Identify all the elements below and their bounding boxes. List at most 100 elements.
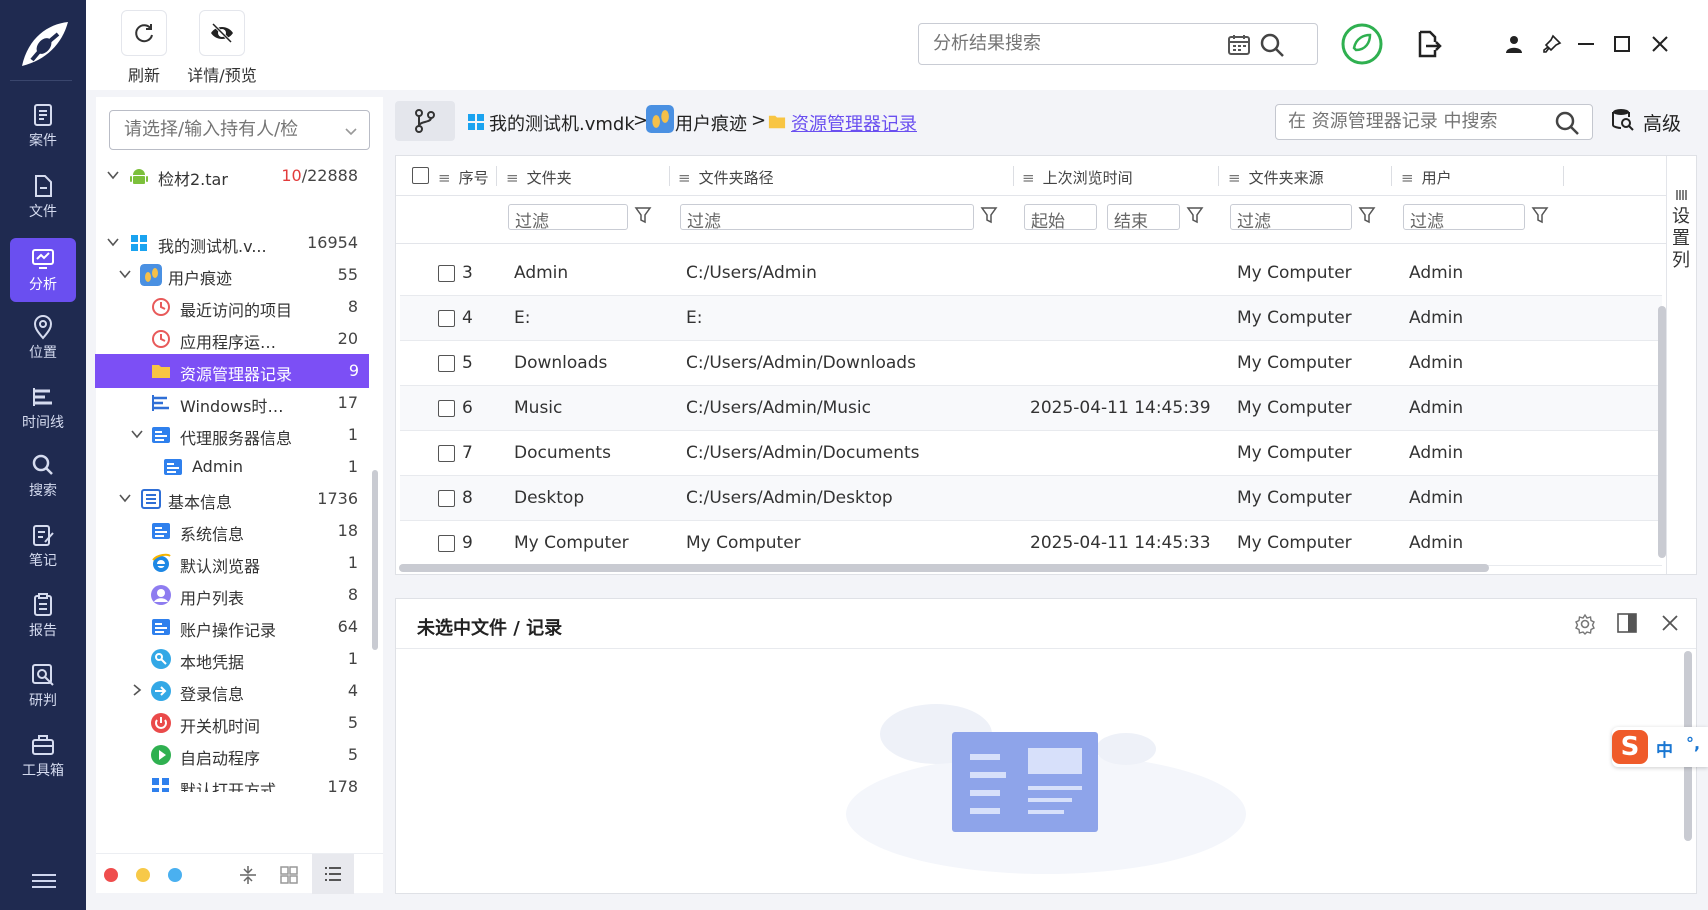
- collapse-all-icon[interactable]: [238, 864, 258, 886]
- filter-icon[interactable]: [980, 206, 998, 224]
- owner-select[interactable]: [109, 110, 370, 150]
- nav-item-file[interactable]: 文件: [10, 165, 76, 229]
- nav-item-analysis[interactable]: 分析: [10, 238, 76, 302]
- nav-item-report[interactable]: 报告: [10, 584, 76, 648]
- maximize-icon[interactable]: [1614, 36, 1630, 52]
- time-end-input[interactable]: 结束: [1107, 204, 1180, 232]
- tree-item-recent[interactable]: 最近访问的项目 8: [96, 290, 368, 324]
- tree-item-credentials[interactable]: 本地凭据 1: [96, 642, 368, 676]
- user-icon[interactable]: [1504, 34, 1524, 54]
- tree-item-vmdk[interactable]: 我的测试机.v... 16954: [96, 226, 368, 260]
- minimize-icon[interactable]: [1578, 43, 1594, 45]
- row-checkbox[interactable]: [438, 310, 455, 327]
- search-icon[interactable]: [1554, 110, 1580, 136]
- chevron-down-icon[interactable]: [343, 123, 359, 139]
- grid-vertical-scrollbar[interactable]: [1658, 306, 1666, 558]
- tree-item-login-info[interactable]: 登录信息 4: [96, 674, 368, 708]
- filter-icon[interactable]: [1358, 206, 1376, 224]
- tree-item-default-browser[interactable]: 默认浏览器 1: [96, 546, 368, 580]
- pin-icon[interactable]: [1542, 34, 1562, 54]
- ime-indicator[interactable]: S 中 °,: [1612, 727, 1708, 767]
- nav-item-timeline[interactable]: 时间线: [10, 376, 76, 440]
- chevron-down-icon[interactable]: [106, 168, 120, 182]
- tree-item-app-run[interactable]: 应用程序运行... 20: [96, 322, 368, 356]
- column-header-last-browse[interactable]: 上次浏览时间: [1022, 167, 1133, 188]
- nav-item-location[interactable]: 位置: [10, 306, 76, 370]
- filter-icon[interactable]: [634, 206, 652, 224]
- table-row[interactable]: 3 Admin C:/Users/Admin My Computer Admin: [400, 251, 1662, 296]
- filter-icon[interactable]: [1186, 206, 1204, 224]
- filter-icon[interactable]: [1531, 206, 1549, 224]
- tree-item-account-ops[interactable]: 账户操作记录 64: [96, 610, 368, 644]
- analysis-search-box[interactable]: [918, 23, 1318, 65]
- panel-toggle-icon[interactable]: [1616, 612, 1638, 634]
- export-icon[interactable]: [1416, 30, 1442, 58]
- row-checkbox[interactable]: [438, 490, 455, 507]
- owner-select-input[interactable]: [124, 119, 339, 140]
- calendar-icon[interactable]: [1227, 33, 1251, 57]
- tree-scrollbar[interactable]: [372, 470, 378, 650]
- nav-item-case[interactable]: 案件: [10, 94, 76, 158]
- chevron-down-icon[interactable]: [106, 235, 120, 249]
- grid-view-icon[interactable]: [280, 866, 298, 884]
- row-checkbox[interactable]: [438, 400, 455, 417]
- column-settings-button[interactable]: 设置列: [1666, 156, 1696, 574]
- row-checkbox[interactable]: [438, 535, 455, 552]
- table-row[interactable]: 8 Desktop C:/Users/Admin/Desktop My Comp…: [400, 476, 1662, 521]
- row-checkbox[interactable]: [438, 355, 455, 372]
- grid-horizontal-scrollbar[interactable]: [399, 564, 1489, 572]
- red-dot-filter[interactable]: [104, 868, 118, 882]
- row-checkbox[interactable]: [438, 445, 455, 462]
- path-filter-input[interactable]: 过滤: [680, 204, 974, 232]
- time-start-input[interactable]: 起始: [1024, 204, 1097, 232]
- tree-item-user-traces[interactable]: 用户痕迹 55: [96, 258, 368, 292]
- blue-dot-filter[interactable]: [168, 868, 182, 882]
- column-header-folder[interactable]: 文件夹: [506, 167, 572, 188]
- user-filter-input[interactable]: 过滤: [1403, 204, 1525, 232]
- nav-item-search[interactable]: 搜索: [10, 444, 76, 508]
- tree-item-explorer-records[interactable]: 资源管理器记录 9: [95, 354, 369, 388]
- table-row[interactable]: 5 Downloads C:/Users/Admin/Downloads My …: [400, 341, 1662, 386]
- breadcrumb-item[interactable]: 我的测试机.vmdk: [489, 110, 635, 136]
- folder-filter-input[interactable]: 过滤: [508, 204, 628, 232]
- search-icon[interactable]: [1259, 32, 1285, 58]
- analysis-search-input[interactable]: [933, 33, 1213, 54]
- column-header-path[interactable]: 文件夹路径: [678, 167, 774, 188]
- chevron-right-icon[interactable]: [130, 683, 144, 697]
- tree-item-system-info[interactable]: 系统信息 18: [96, 514, 368, 548]
- column-header-source[interactable]: 文件夹来源: [1228, 167, 1324, 188]
- nav-item-toolbox[interactable]: 工具箱: [10, 724, 76, 788]
- branch-button[interactable]: [395, 101, 455, 141]
- tree-item-admin[interactable]: Admin 1: [96, 450, 368, 484]
- table-row[interactable]: 9 My Computer My Computer 2025-04-11 14:…: [400, 521, 1662, 566]
- preview-button[interactable]: 详情/预览: [172, 10, 272, 86]
- gear-icon[interactable]: [1574, 613, 1596, 635]
- advanced-search-button[interactable]: 高级: [1612, 109, 1681, 136]
- column-header-user[interactable]: 用户: [1401, 167, 1452, 188]
- table-row[interactable]: 7 Documents C:/Users/Admin/Documents My …: [400, 431, 1662, 476]
- tree-item-autostart[interactable]: 自启动程序 5: [96, 738, 368, 772]
- chevron-down-icon[interactable]: [118, 267, 132, 281]
- nav-item-judge[interactable]: 研判: [10, 654, 76, 718]
- list-view-button[interactable]: [312, 854, 354, 894]
- tree-item-evidence[interactable]: 检材2.tar 10/22888: [96, 159, 368, 193]
- chevron-down-icon[interactable]: [130, 427, 144, 441]
- tree-item-basic-info[interactable]: 基本信息 1736: [96, 482, 368, 516]
- tree-item-windows-timeline[interactable]: Windows时间... 17: [96, 386, 368, 420]
- tree-item-default-open[interactable]: 默认打开方式 178: [96, 770, 368, 792]
- status-leaf-icon[interactable]: [1340, 22, 1384, 66]
- row-checkbox[interactable]: [438, 265, 455, 282]
- table-row[interactable]: 4 E: E: My Computer Admin: [400, 296, 1662, 341]
- select-all-checkbox[interactable]: [412, 167, 429, 184]
- nav-item-notes[interactable]: 笔记: [10, 514, 76, 578]
- close-icon[interactable]: [1650, 34, 1670, 54]
- close-icon[interactable]: [1660, 613, 1680, 633]
- yellow-dot-filter[interactable]: [136, 868, 150, 882]
- breadcrumb-current[interactable]: 资源管理器记录: [791, 110, 917, 136]
- refresh-button[interactable]: 刷新: [108, 10, 180, 86]
- tree-item-proxy[interactable]: 代理服务器信息 1: [96, 418, 368, 452]
- tree-item-user-list[interactable]: 用户列表 8: [96, 578, 368, 612]
- grid-search-box[interactable]: [1275, 104, 1593, 140]
- table-row[interactable]: 6 Music C:/Users/Admin/Music 2025-04-11 …: [400, 386, 1662, 431]
- hamburger-menu-icon[interactable]: [32, 870, 56, 892]
